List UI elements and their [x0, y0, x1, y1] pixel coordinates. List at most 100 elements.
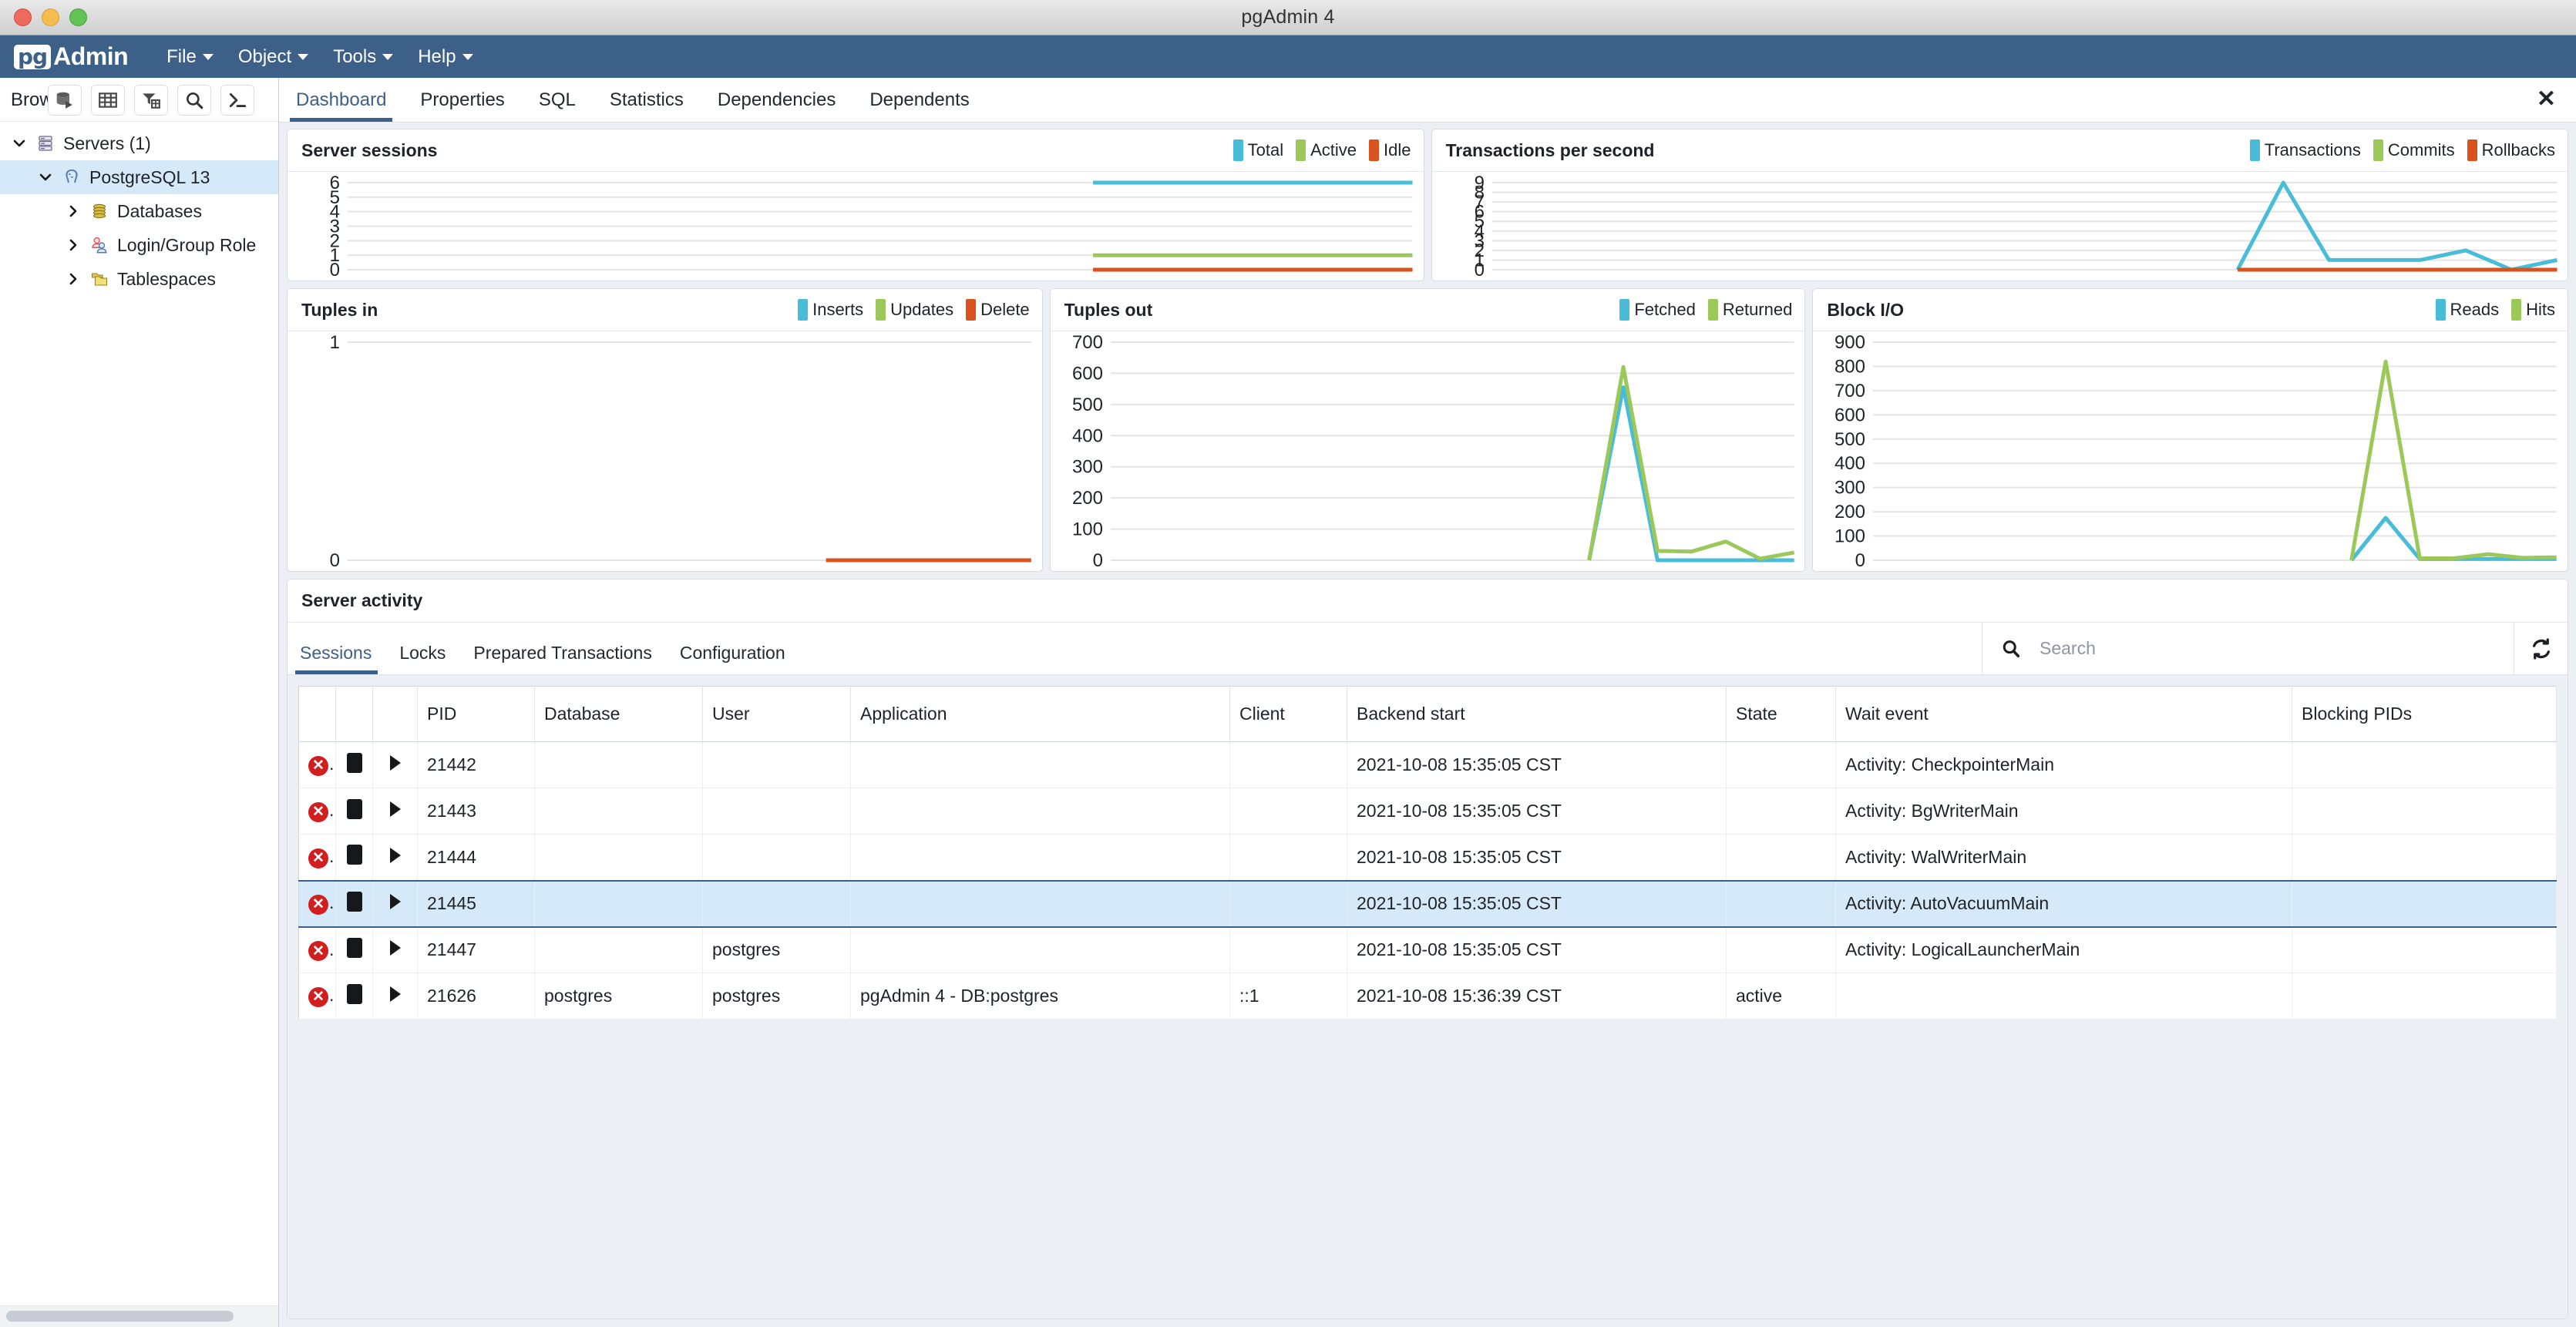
col-application[interactable]: Application — [850, 686, 1230, 742]
terminate-session-icon[interactable]: ✕ — [298, 879, 336, 928]
tree-node-tablespaces[interactable]: Tablespaces — [0, 262, 278, 296]
chevron-down-icon[interactable] — [6, 136, 32, 151]
tree-node-login-group-roles[interactable]: Login/Group Role — [0, 228, 278, 262]
server-activity-title: Server activity — [301, 590, 423, 610]
server-activity-search[interactable] — [1982, 623, 2514, 674]
cancel-query-icon[interactable] — [335, 741, 373, 788]
svg-text:0: 0 — [1855, 550, 1865, 571]
close-icon[interactable]: ✕ — [2537, 88, 2556, 111]
svg-text:200: 200 — [1834, 502, 1865, 522]
tree-node-servers[interactable]: Servers (1) — [0, 126, 278, 160]
expand-row-icon[interactable] — [372, 834, 418, 881]
tab-dependents[interactable]: Dependents — [853, 89, 986, 122]
tab-dashboard[interactable]: Dashboard — [279, 89, 403, 122]
chart-card-tuples-out: Tuples out Fetched Returned 0 100 200 300 40… — [1049, 288, 1806, 572]
view-data-table-icon[interactable] — [91, 85, 125, 116]
sa-tab-configuration[interactable]: Configuration — [666, 643, 799, 674]
chevron-right-icon[interactable] — [60, 237, 86, 253]
chevron-down-icon[interactable] — [32, 170, 59, 185]
col-blocking-pids[interactable]: Blocking PIDs — [2292, 686, 2557, 742]
browser-horizontal-scrollbar[interactable] — [0, 1305, 278, 1327]
menu-tools[interactable]: Tools — [321, 42, 405, 72]
terminate-session-icon[interactable]: ✕ — [298, 926, 336, 973]
col-terminate[interactable] — [298, 686, 336, 742]
legend-swatch — [876, 299, 886, 321]
svg-text:700: 700 — [1834, 381, 1865, 401]
svg-text:100: 100 — [1834, 526, 1865, 547]
chevron-right-icon[interactable] — [60, 271, 86, 287]
table-row[interactable]: ✕ 21445 2021-10-08 15:35:05 CST Activity… — [298, 879, 2557, 928]
col-expand[interactable] — [372, 686, 418, 742]
col-cancel[interactable] — [335, 686, 373, 742]
col-backend-start[interactable]: Backend start — [1347, 686, 1727, 742]
tablespaces-icon — [86, 270, 113, 288]
chart-title: Tuples out — [1064, 299, 1153, 320]
menu-help[interactable]: Help — [405, 42, 485, 72]
expand-row-icon[interactable] — [372, 741, 418, 788]
chart-card-block-io: Block I/O Reads Hits 0 100 200 300 400 500 600… — [1812, 288, 2569, 572]
chevron-right-icon[interactable] — [60, 203, 86, 219]
sa-tab-locks[interactable]: Locks — [385, 643, 459, 674]
col-state[interactable]: State — [1726, 686, 1836, 742]
table-row[interactable]: ✕ 21442 2021-10-08 15:35:05 CST Activity… — [298, 741, 2557, 788]
sa-tab-sessions[interactable]: Sessions — [288, 643, 385, 674]
menu-help-label: Help — [418, 45, 456, 67]
pgadmin-logo: pg Admin — [14, 35, 129, 78]
cell-wait-event: Activity: WalWriterMain — [1835, 834, 2292, 881]
cell-blocking-pids — [2292, 834, 2557, 881]
tree-node-databases[interactable]: Databases — [0, 194, 278, 228]
legend-label: Commits — [2387, 140, 2455, 160]
sa-tab-prepared-transactions[interactable]: Prepared Transactions — [459, 643, 665, 674]
filtered-rows-icon[interactable] — [134, 85, 168, 116]
col-database[interactable]: Database — [534, 686, 703, 742]
svg-text:6: 6 — [330, 173, 340, 193]
col-user[interactable]: User — [702, 686, 851, 742]
tab-label: SQL — [538, 89, 576, 110]
terminate-session-icon[interactable]: ✕ — [298, 741, 336, 788]
tree-node-postgresql-13[interactable]: PostgreSQL 13 — [0, 160, 278, 194]
tree-node-label: Databases — [117, 200, 202, 221]
table-row[interactable]: ✕ 21443 2021-10-08 15:35:05 CST Activity… — [298, 788, 2557, 835]
expand-row-icon[interactable] — [372, 973, 418, 1020]
col-client[interactable]: Client — [1229, 686, 1347, 742]
terminate-session-icon[interactable]: ✕ — [298, 973, 336, 1020]
chart-plot-tuples-in: 01 — [288, 331, 1042, 571]
expand-row-icon[interactable] — [372, 926, 418, 973]
psql-terminal-icon[interactable] — [220, 85, 254, 116]
sa-tab-label: Prepared Transactions — [473, 643, 652, 663]
menu-file[interactable]: File — [154, 42, 226, 72]
cell-blocking-pids — [2292, 973, 2557, 1020]
expand-row-icon[interactable] — [372, 879, 418, 928]
connect-server-icon[interactable] — [48, 85, 82, 116]
refresh-icon[interactable] — [2514, 623, 2568, 674]
databases-icon — [86, 202, 113, 220]
tab-statistics[interactable]: Statistics — [593, 89, 701, 122]
table-row[interactable]: ✕ 21626 postgres postgres pgAdmin 4 - DB… — [298, 973, 2557, 1020]
cancel-query-icon[interactable] — [335, 788, 373, 835]
object-browser-tree[interactable]: Servers (1) PostgreSQL 13 Databases Logi… — [0, 122, 278, 296]
cell-state — [1726, 834, 1836, 881]
terminate-session-icon[interactable]: ✕ — [298, 788, 336, 835]
chart-title: Transactions per second — [1445, 139, 1655, 160]
menu-object[interactable]: Object — [226, 42, 321, 72]
cancel-query-icon[interactable] — [335, 926, 373, 973]
search-input[interactable] — [2040, 623, 2514, 674]
cancel-query-icon[interactable] — [335, 973, 373, 1020]
table-row[interactable]: ✕ 21444 2021-10-08 15:35:05 CST Activity… — [298, 834, 2557, 881]
tab-sql[interactable]: SQL — [522, 89, 593, 122]
table-row[interactable]: ✕ 21447 postgres 2021-10-08 15:35:05 CST — [298, 926, 2557, 973]
chart-title: Block I/O — [1827, 299, 1905, 320]
search-objects-icon[interactable] — [177, 85, 211, 116]
col-pid[interactable]: PID — [417, 686, 535, 742]
cell-client — [1229, 741, 1347, 788]
chart-header: Tuples out Fetched Returned — [1050, 289, 1805, 331]
terminate-session-icon[interactable]: ✕ — [298, 834, 336, 881]
svg-text:700: 700 — [1072, 332, 1103, 353]
tab-properties[interactable]: Properties — [403, 89, 521, 122]
postgres-elephant-icon — [59, 167, 85, 187]
tab-dependencies[interactable]: Dependencies — [701, 89, 853, 122]
cancel-query-icon[interactable] — [335, 834, 373, 881]
expand-row-icon[interactable] — [372, 788, 418, 835]
cancel-query-icon[interactable] — [335, 879, 373, 928]
col-wait-event[interactable]: Wait event — [1835, 686, 2292, 742]
